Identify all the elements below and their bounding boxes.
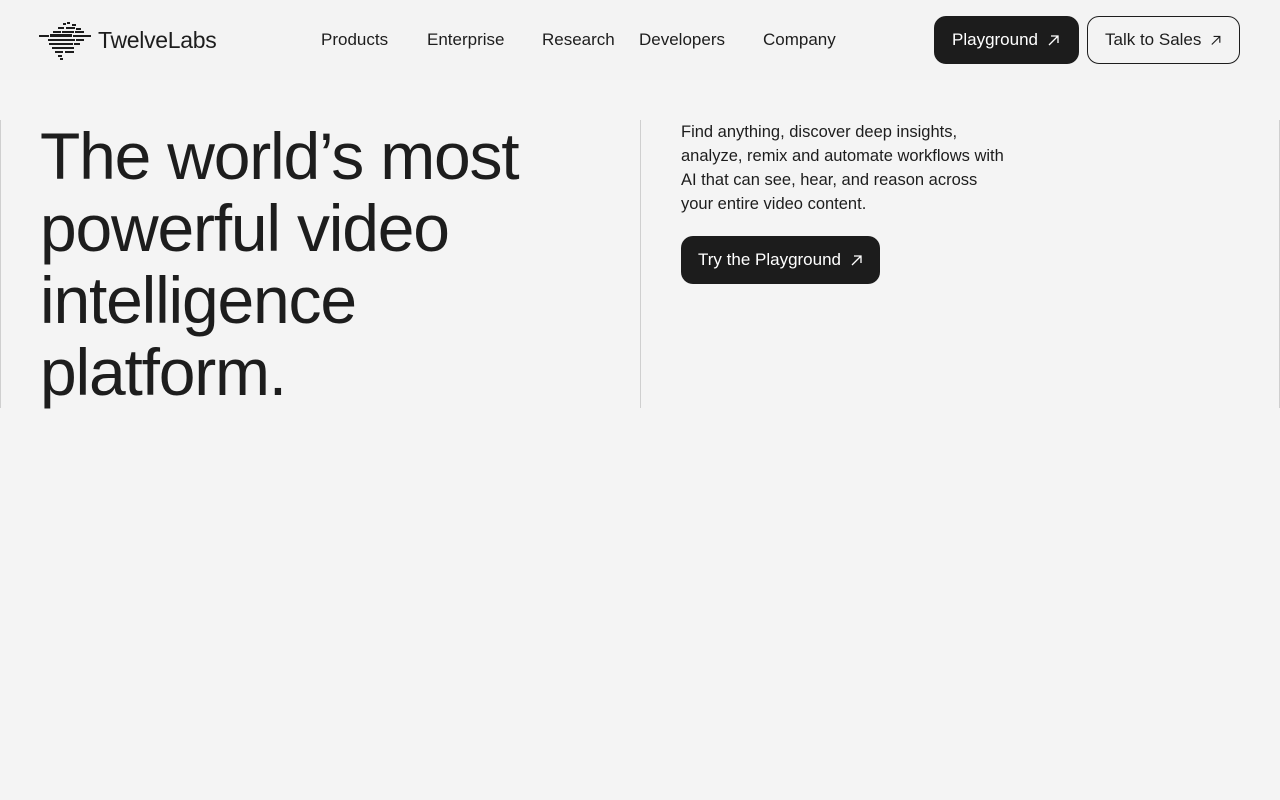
logo-text: TwelveLabs [98, 26, 217, 53]
site-header: TwelveLabs Products Enterprise Research … [0, 0, 1280, 80]
nav-item-company[interactable]: Company [763, 29, 836, 51]
try-playground-label: Try the Playground [698, 250, 841, 269]
hero-title: The world’s most powerful video intellig… [40, 120, 620, 408]
logo-link[interactable]: TwelveLabs [39, 20, 217, 60]
arrow-up-right-icon [851, 254, 862, 265]
arrow-up-right-icon [1211, 35, 1221, 45]
try-playground-button[interactable]: Try the Playground [681, 236, 880, 284]
playground-button[interactable]: Playground [934, 16, 1079, 64]
hero-title-line: The world’s most [40, 119, 520, 193]
nav-item-enterprise[interactable]: Enterprise [427, 29, 504, 51]
talk-to-sales-button[interactable]: Talk to Sales [1087, 16, 1240, 64]
grid-divider-center [640, 120, 641, 408]
grid-divider-left [0, 120, 1, 408]
talk-to-sales-label: Talk to Sales [1105, 30, 1202, 49]
nav-item-developers[interactable]: Developers [639, 29, 725, 51]
arrow-up-right-icon [1048, 34, 1059, 45]
hero-title-line: intelligence [40, 263, 357, 337]
nav-item-products[interactable]: Products [321, 29, 388, 51]
hero-title-line: powerful video [40, 191, 450, 265]
page: TwelveLabs Products Enterprise Research … [0, 0, 1280, 800]
nav-item-research[interactable]: Research [542, 29, 615, 51]
twelvelabs-logo-icon [39, 22, 91, 60]
hero-title-line: platform. [40, 335, 287, 409]
hero-description: Find anything, discover deep insights, a… [681, 123, 1004, 213]
playground-button-label: Playground [952, 30, 1039, 49]
